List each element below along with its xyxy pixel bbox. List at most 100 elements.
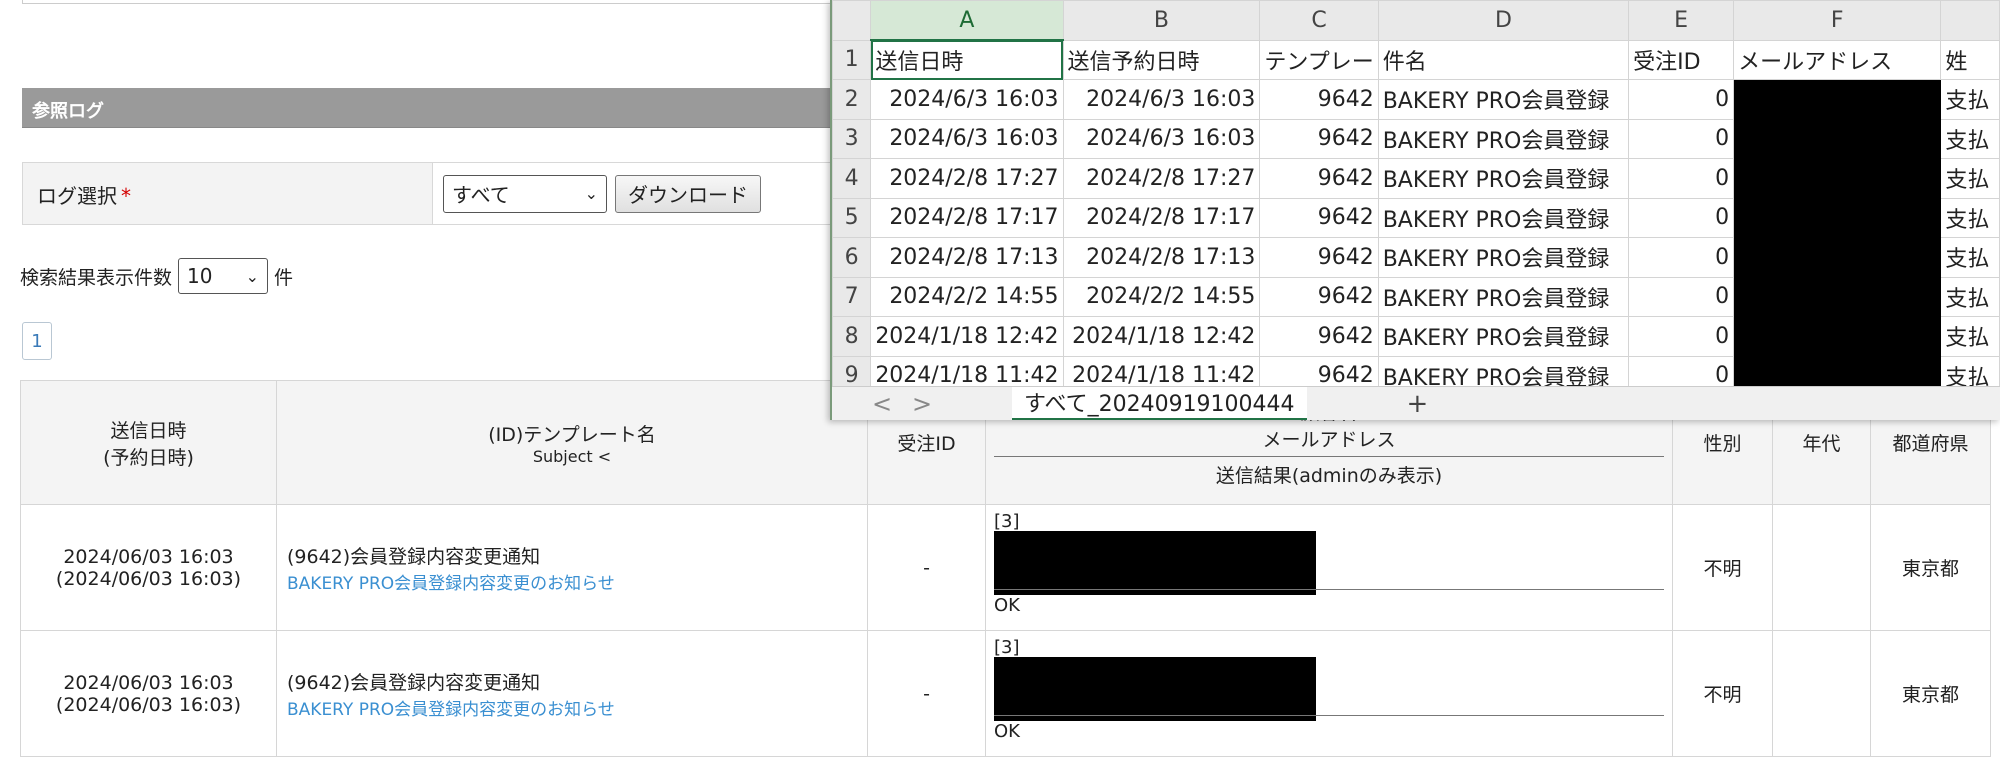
cell-age [1772, 630, 1871, 757]
sheet-cell[interactable]: 支払 [1940, 158, 2000, 199]
sheet-cell[interactable]: 送信日時 [870, 39, 1064, 80]
sheet-cell[interactable]: テンプレー [1259, 39, 1379, 80]
redacted-email-cell[interactable] [1733, 276, 1942, 317]
sheet-cell[interactable]: 送信予約日時 [1062, 39, 1261, 80]
sheet-cell[interactable]: 9642 [1259, 118, 1379, 159]
cell-date: 2024/06/03 16:03 (2024/06/03 16:03) [20, 504, 277, 631]
sheet-cell[interactable]: 9642 [1259, 197, 1379, 238]
sheet-cell[interactable]: 2024/1/18 12:42 [1062, 316, 1261, 357]
sheet-cell[interactable]: 0 [1628, 237, 1735, 278]
sheet-cell[interactable]: BAKERY PRO会員登録 [1377, 276, 1630, 317]
sheet-cell[interactable]: 2024/6/3 16:03 [870, 79, 1064, 120]
sheet-cell[interactable]: 0 [1628, 158, 1735, 199]
row-header[interactable]: 1 [832, 39, 872, 80]
sheet-cell[interactable]: 2024/2/2 14:55 [1062, 276, 1261, 317]
header-date: 送信日時 (予約日時) [20, 380, 277, 505]
column-header-b[interactable]: B [1062, 0, 1261, 41]
header-subject-sort[interactable]: Subject < [278, 447, 866, 466]
sheet-cell[interactable]: 9642 [1259, 158, 1379, 199]
sheet-row: 3 2024/6/3 16:03 2024/6/3 16:03 9642 BAKERY … [832, 118, 2000, 159]
sheet-cell[interactable]: 支払 [1940, 118, 2000, 159]
sheet-cell[interactable]: BAKERY PRO会員登録 [1377, 316, 1630, 357]
sheet-cell[interactable]: 2024/6/3 16:03 [870, 118, 1064, 159]
sheet-cell[interactable]: 2024/2/8 17:27 [870, 158, 1064, 199]
sheet-cell[interactable]: BAKERY PRO会員登録 [1377, 237, 1630, 278]
column-header-f[interactable]: F [1733, 0, 1942, 41]
sheet-cell[interactable]: メールアドレス [1733, 39, 1942, 80]
row-header[interactable]: 3 [832, 118, 872, 159]
sheet-cell[interactable]: 0 [1628, 197, 1735, 238]
sheet-cell[interactable]: 支払 [1940, 79, 2000, 120]
sheet-cell[interactable]: 支払 [1940, 316, 2000, 357]
log-select-form: ログ選択 * すべて ⌄ ダウンロード [22, 162, 922, 225]
cell-pref: 東京都 [1870, 504, 1991, 631]
sheet-cell[interactable]: 2024/6/3 16:03 [1062, 118, 1261, 159]
sheet-row: 1 送信日時 送信予約日時 テンプレー 件名 受注ID メールアドレス 姓 [832, 39, 2000, 80]
sheet-cell[interactable]: 0 [1628, 276, 1735, 317]
row-header[interactable]: 2 [832, 79, 872, 120]
sheet-tab[interactable]: すべて_20240919100444 [1012, 386, 1307, 420]
sheet-row: 2 2024/6/3 16:03 2024/6/3 16:03 9642 BAKERY … [832, 79, 2000, 120]
sheet-cell[interactable]: 9642 [1259, 316, 1379, 357]
sheet-cell[interactable]: 9642 [1259, 79, 1379, 120]
row-header[interactable]: 8 [832, 316, 872, 357]
sheet-cell[interactable]: 0 [1628, 79, 1735, 120]
sheet-cell[interactable]: 支払 [1940, 197, 2000, 238]
sheet-row: 7 2024/2/2 14:55 2024/2/2 14:55 9642 BAKERY … [832, 276, 2000, 317]
sheet-cell[interactable]: 9642 [1259, 276, 1379, 317]
sheet-cell[interactable]: 0 [1628, 316, 1735, 357]
sheet-cell[interactable]: 2024/1/18 12:42 [870, 316, 1064, 357]
send-date: 2024/06/03 16:03 [63, 545, 234, 568]
download-button[interactable]: ダウンロード [615, 174, 761, 213]
column-header-g[interactable] [1940, 0, 2000, 41]
next-sheet-icon[interactable]: > [902, 390, 942, 418]
row-header[interactable]: 7 [832, 276, 872, 317]
prev-sheet-icon[interactable]: < [862, 390, 902, 418]
column-header-d[interactable]: D [1377, 0, 1630, 41]
cell-order-id: - [867, 504, 986, 631]
page-link-1[interactable]: 1 [22, 322, 52, 360]
subject-link[interactable]: BAKERY PRO会員登録内容変更のお知らせ [287, 695, 866, 720]
add-sheet-icon[interactable]: + [1407, 389, 1429, 419]
sheet-cell[interactable]: 2024/2/8 17:27 [1062, 158, 1261, 199]
sheet-cell[interactable]: 受注ID [1628, 39, 1735, 80]
row-header[interactable]: 6 [832, 237, 872, 278]
sheet-cell[interactable]: BAKERY PRO会員登録 [1377, 118, 1630, 159]
redacted-email-cell[interactable] [1733, 197, 1942, 238]
column-header-a[interactable]: A [870, 0, 1064, 41]
customer-count: [3] [994, 511, 1020, 532]
row-header[interactable]: 4 [832, 158, 872, 199]
sheet-cell[interactable]: 姓 [1940, 39, 2000, 80]
redacted-email-cell[interactable] [1733, 316, 1942, 357]
redacted-customer-info [994, 657, 1316, 721]
redacted-email-cell[interactable] [1733, 237, 1942, 278]
sheet-cell[interactable]: BAKERY PRO会員登録 [1377, 79, 1630, 120]
sheet-cell[interactable]: 支払 [1940, 237, 2000, 278]
per-page-select[interactable]: 10 ⌄ [178, 258, 269, 294]
sheet-cell[interactable]: 2024/2/8 17:17 [870, 197, 1064, 238]
sheet-cell[interactable]: 9642 [1259, 237, 1379, 278]
sheet-cell[interactable]: 支払 [1940, 276, 2000, 317]
select-all-corner[interactable] [832, 0, 872, 41]
cell-date: 2024/06/03 16:03 (2024/06/03 16:03) [20, 630, 277, 757]
redacted-email-cell[interactable] [1733, 79, 1942, 120]
sheet-cell[interactable]: 件名 [1377, 39, 1630, 80]
sheet-cell[interactable]: BAKERY PRO会員登録 [1377, 197, 1630, 238]
sheet-cell[interactable]: 2024/2/8 17:17 [1062, 197, 1261, 238]
redacted-email-cell[interactable] [1733, 118, 1942, 159]
sheet-cell[interactable]: 2024/2/2 14:55 [870, 276, 1064, 317]
sheet-cell[interactable]: 2024/2/8 17:13 [1062, 237, 1261, 278]
sheet-cell[interactable]: 2024/6/3 16:03 [1062, 79, 1261, 120]
row-header[interactable]: 5 [832, 197, 872, 238]
column-header-e[interactable]: E [1628, 0, 1735, 41]
table-row: 2024/06/03 16:03 (2024/06/03 16:03) (9642… [20, 504, 1991, 631]
sheet-cell[interactable]: 2024/2/8 17:13 [870, 237, 1064, 278]
sheet-row: 4 2024/2/8 17:27 2024/2/8 17:27 9642 BAKERY … [832, 158, 2000, 199]
column-header-c[interactable]: C [1259, 0, 1379, 41]
sheet-cell[interactable]: BAKERY PRO会員登録 [1377, 158, 1630, 199]
subject-link[interactable]: BAKERY PRO会員登録内容変更のお知らせ [287, 569, 866, 594]
sheet-cell[interactable]: 0 [1628, 118, 1735, 159]
log-select-dropdown[interactable]: すべて ⌄ [443, 174, 607, 213]
redacted-email-cell[interactable] [1733, 158, 1942, 199]
header-template: (ID)テンプレート名 Subject < [276, 380, 868, 505]
